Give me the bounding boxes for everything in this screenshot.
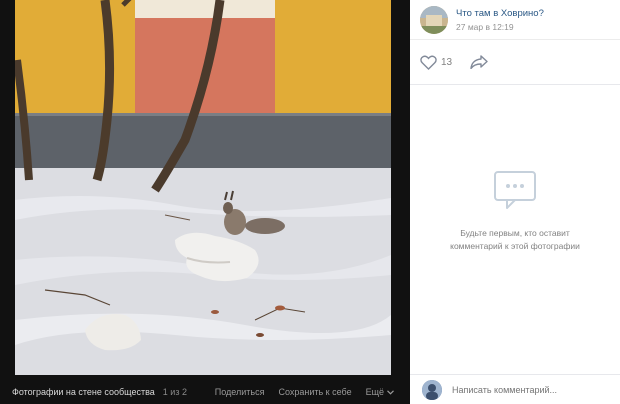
empty-comments-placeholder: Будьте первым, кто оставит комментарий к…: [410, 170, 620, 253]
heart-icon[interactable]: [420, 55, 437, 70]
photo-actions: Поделиться Сохранить к себе Ещё: [215, 387, 410, 397]
more-menu-button[interactable]: Ещё: [366, 387, 394, 397]
comment-bubble-icon: [494, 171, 536, 209]
user-avatar[interactable]: [422, 379, 442, 400]
group-avatar[interactable]: [420, 5, 448, 34]
photo-viewer: Фотографии на стене сообщества 1 из 2 По…: [0, 0, 410, 404]
viewer-bottom-bar: Фотографии на стене сообщества 1 из 2 По…: [0, 380, 410, 404]
group-name-link[interactable]: Что там в Ховрино?: [456, 8, 544, 19]
post-time[interactable]: 27 мар в 12:19: [456, 22, 544, 32]
share-arrow-icon[interactable]: [470, 55, 488, 69]
share-photo-link[interactable]: Поделиться: [215, 387, 265, 397]
album-title-link[interactable]: Фотографии на стене сообщества: [12, 387, 155, 397]
comments-panel: Что там в Ховрино? 27 мар в 12:19 13 Буд…: [410, 0, 620, 404]
comment-composer: [410, 374, 620, 404]
save-photo-link[interactable]: Сохранить к себе: [278, 387, 351, 397]
comment-input[interactable]: [452, 384, 602, 395]
photo-counter: 1 из 2: [162, 387, 187, 397]
more-label: Ещё: [365, 387, 384, 397]
empty-text-line-2: комментарий к этой фотографии: [450, 241, 580, 251]
photo[interactable]: [15, 0, 391, 375]
empty-text-line-1: Будьте первым, кто оставит: [460, 228, 570, 238]
chevron-down-icon: [387, 389, 394, 395]
like-share-bar: 13: [410, 40, 620, 85]
post-header: Что там в Ховрино? 27 мар в 12:19: [410, 0, 620, 40]
like-count: 13: [441, 56, 453, 68]
